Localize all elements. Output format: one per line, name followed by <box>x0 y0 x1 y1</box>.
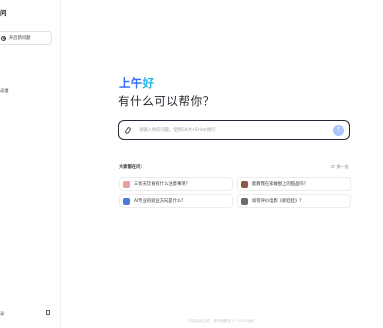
sidebar-bottom-label[interactable]: 录 <box>0 311 4 317</box>
greeting-part-2: 好 <box>142 76 155 90</box>
chat-input-box: ↑ <box>118 120 350 140</box>
chat-input[interactable] <box>139 124 329 136</box>
question-avatar-icon <box>241 197 248 205</box>
question-avatar-icon <box>241 180 248 188</box>
suggested-question[interactable]: 三伏天饮食有什么注意事项？ <box>119 177 233 191</box>
new-chat-button[interactable]: 开启新问题 <box>0 31 52 45</box>
question-label: 三伏天饮食有什么注意事项？ <box>134 182 190 187</box>
paperclip-icon[interactable] <box>124 125 132 135</box>
suggested-question[interactable]: 如何评价电影《抓娃娃》？ <box>237 194 351 208</box>
footer-disclaimer: 内容由AI生成，请仔细甄别 © 2024 版权 <box>188 319 255 323</box>
greeting-part-1: 上午 <box>119 76 143 90</box>
question-label: 如何评价电影《抓娃娃》？ <box>252 199 304 204</box>
question-avatar-icon <box>123 197 130 205</box>
page-subtitle: 有什么可以帮你？ <box>118 94 215 108</box>
sidebar: 问 开启新问题 读懂 录 <box>0 0 61 328</box>
suggested-question[interactable]: 能教我在家做图上的甜品吗？ <box>237 177 351 191</box>
question-label: 能教我在家做图上的甜品吗？ <box>252 182 308 187</box>
faq-title: 大家都在问： <box>119 165 145 170</box>
refresh-button[interactable]: ⇄ 换一批 <box>331 164 349 170</box>
plus-circle-icon <box>1 35 6 41</box>
refresh-icon: ⇄ <box>331 164 335 170</box>
suggested-question[interactable]: AI专业的就业方向是什么？ <box>119 194 233 208</box>
question-avatar-icon <box>123 180 130 188</box>
refresh-label: 换一批 <box>336 164 349 169</box>
app-title: 问 <box>0 9 7 17</box>
send-button[interactable]: ↑ <box>333 124 344 136</box>
sidebar-item-reading[interactable]: 读懂 <box>0 88 8 94</box>
arrow-up-icon: ↑ <box>335 126 342 133</box>
greeting: 上午好 <box>119 75 154 91</box>
new-chat-label: 开启新问题 <box>9 36 31 41</box>
question-label: AI专业的就业方向是什么？ <box>134 199 186 204</box>
phone-icon[interactable] <box>46 310 50 315</box>
